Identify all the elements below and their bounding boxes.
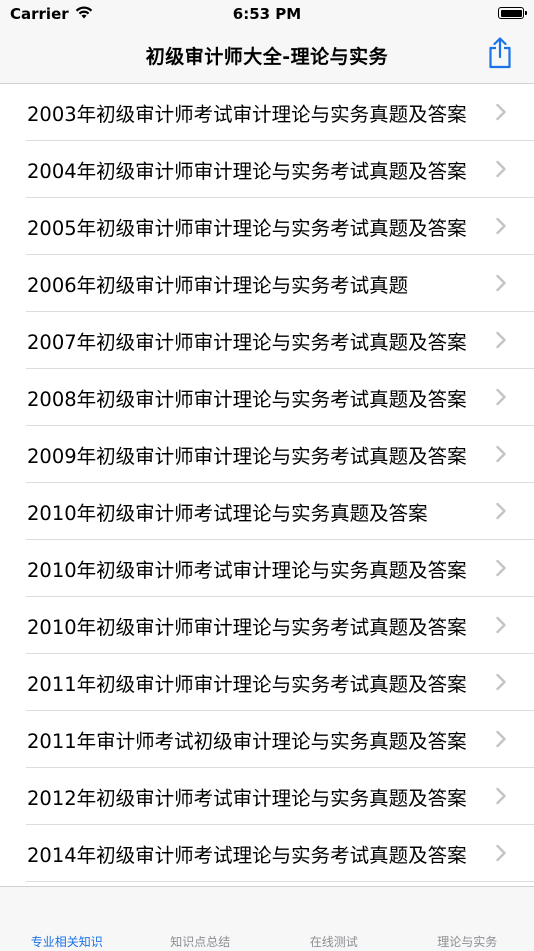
list-item-label: 2010年初级审计师考试审计理论与实务真题及答案 [27,554,482,583]
list-item-label: 2008年初级审计师审计理论与实务考试真题及答案 [27,383,482,412]
list-item[interactable]: 2010年初级审计师审计理论与实务考试真题及答案 [0,597,534,654]
chevron-right-icon [496,502,506,520]
list-item-label: 2007年初级审计师审计理论与实务考试真题及答案 [27,326,482,355]
battery-icon [498,7,524,19]
list-item[interactable]: 2008年初级审计师审计理论与实务考试真题及答案 [0,369,534,426]
list-item[interactable]: 2006年初级审计师审计理论与实务考试真题 [0,255,534,312]
tab-knowledge-summary[interactable]: 知识点总结 [134,887,268,951]
status-bar: Carrier 6:53 PM [0,0,534,28]
list-item-label: 2010年初级审计师考试理论与实务真题及答案 [27,497,482,526]
list-item[interactable]: 2012年初级审计师考试审计理论与实务真题及答案 [0,768,534,825]
list-item[interactable]: 2007年初级审计师审计理论与实务考试真题及答案 [0,312,534,369]
list-item-label: 2014年初级审计师考试理论与实务考试真题及答案 [27,839,482,868]
tab-label: 理论与实务 [401,933,534,950]
list-item-label: 2004年初级审计师审计理论与实务考试真题及答案 [27,155,482,184]
tab-professional-knowledge[interactable]: 专业相关知识 [0,887,134,951]
tab-theory-practice[interactable]: 理论与实务 [401,887,534,951]
chevron-right-icon [496,673,506,691]
tab-label: 专业相关知识 [0,933,134,950]
list-item-label: 2003年初级审计师考试审计理论与实务真题及答案 [27,98,482,127]
list-item-label: 2006年初级审计师审计理论与实务考试真题 [27,269,482,298]
article-list: 2003年初级审计师考试审计理论与实务真题及答案 2004年初级审计师审计理论与… [0,84,534,886]
tab-bar: 专业相关知识 知识点总结 在线测试 理论与实务 [0,886,534,951]
share-icon [487,37,513,73]
list-item[interactable]: 2011年初级审计师审计理论与实务考试真题及答案 [0,654,534,711]
chevron-right-icon [496,274,506,292]
list-item-label: 2010年初级审计师审计理论与实务考试真题及答案 [27,611,482,640]
chevron-right-icon [496,331,506,349]
share-button[interactable] [480,36,520,74]
chevron-right-icon [496,160,506,178]
list-item[interactable]: 2014年初级审计师考试理论与实务考试真题及答案 [0,825,534,882]
list-item[interactable]: 2010年初级审计师考试审计理论与实务真题及答案 [0,540,534,597]
chevron-right-icon [496,616,506,634]
chevron-right-icon [496,559,506,577]
chevron-right-icon [496,445,506,463]
list-item[interactable]: 2010年初级审计师考试理论与实务真题及答案 [0,483,534,540]
chevron-right-icon [496,787,506,805]
list-item[interactable]: 2011年审计师考试初级审计理论与实务真题及答案 [0,711,534,768]
tab-label: 知识点总结 [134,933,268,950]
chevron-right-icon [496,103,506,121]
page-title: 初级审计师大全-理论与实务 [0,42,534,69]
list-item[interactable]: 2005年初级审计师审计理论与实务考试真题及答案 [0,198,534,255]
list-item-label: 2009年初级审计师审计理论与实务考试真题及答案 [27,440,482,469]
chevron-right-icon [496,388,506,406]
tab-online-test[interactable]: 在线测试 [267,887,401,951]
tab-label: 在线测试 [267,933,401,950]
list-item[interactable]: 2004年初级审计师审计理论与实务考试真题及答案 [0,141,534,198]
list-item[interactable]: 2003年初级审计师考试审计理论与实务真题及答案 [0,84,534,141]
list-item[interactable]: 2009年初级审计师审计理论与实务考试真题及答案 [0,426,534,483]
list-item-label: 2012年初级审计师考试审计理论与实务真题及答案 [27,782,482,811]
chevron-right-icon [496,217,506,235]
navigation-bar: 初级审计师大全-理论与实务 [0,28,534,84]
chevron-right-icon [496,844,506,862]
list-item-label: 2011年审计师考试初级审计理论与实务真题及答案 [27,725,482,754]
list-item-label: 2005年初级审计师审计理论与实务考试真题及答案 [27,212,482,241]
chevron-right-icon [496,730,506,748]
list-item-label: 2011年初级审计师审计理论与实务考试真题及答案 [27,668,482,697]
status-time: 6:53 PM [0,5,534,23]
